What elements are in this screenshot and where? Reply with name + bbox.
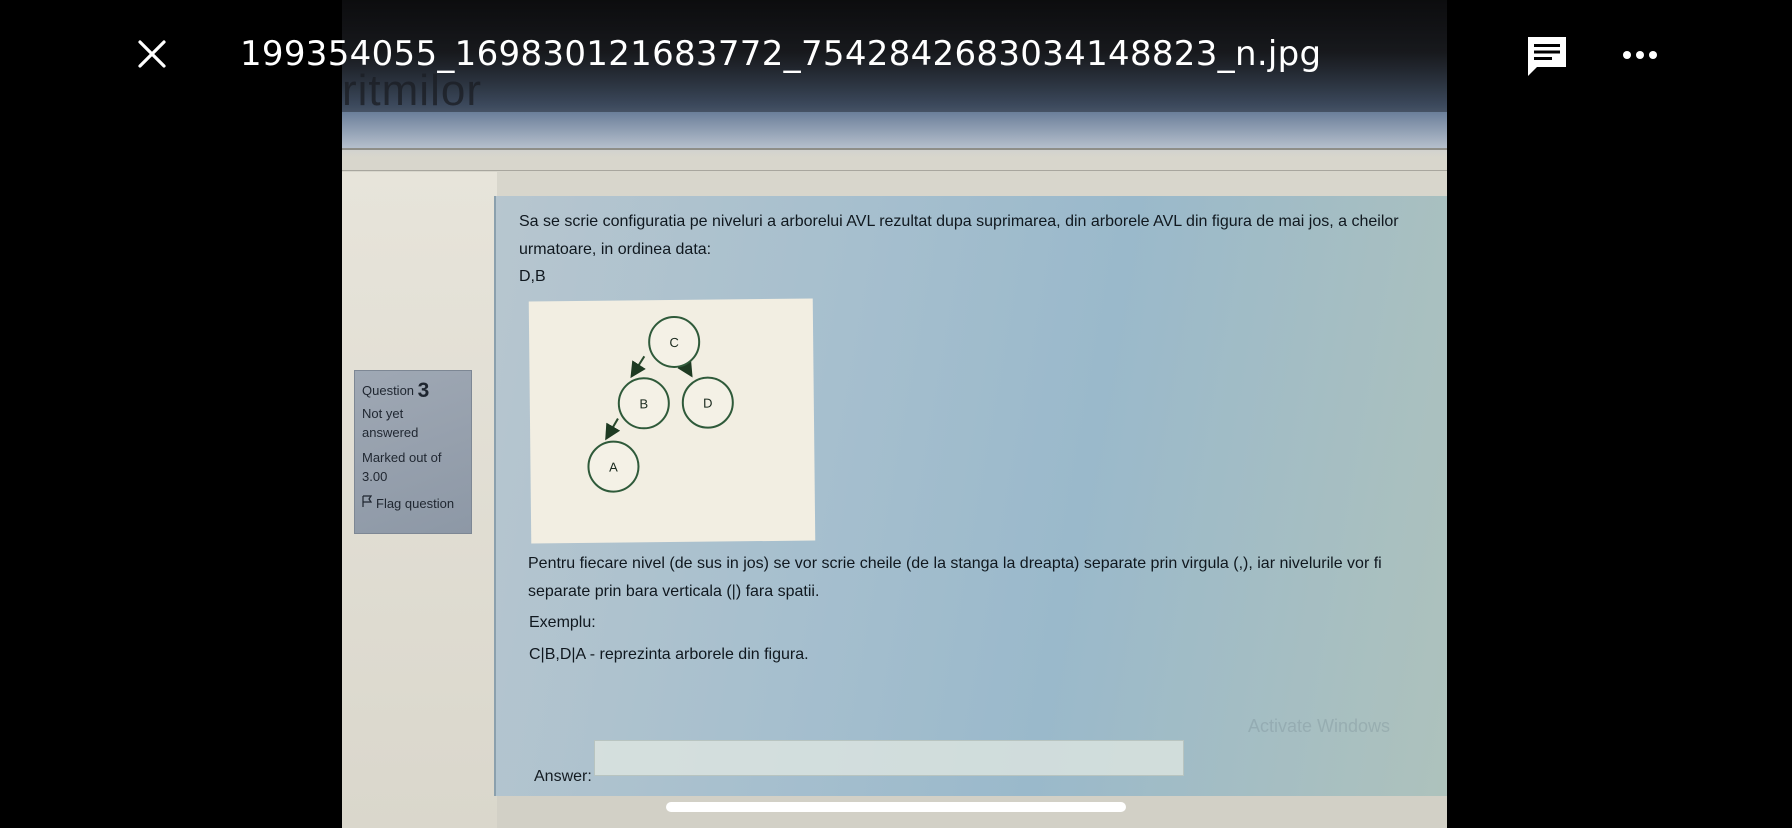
svg-text:D: D (703, 396, 713, 411)
question-number: Question 3 (362, 379, 464, 402)
avl-tree-figure: C B D A (528, 298, 816, 544)
photo-content: ritmilor Question 3 Not yet answered Mar… (342, 0, 1447, 828)
comment-button[interactable] (1525, 34, 1569, 78)
example-text: C|B,D|A - reprezinta arborele din figura… (529, 646, 809, 663)
divider (342, 170, 1447, 171)
windows-activation-watermark: Activate Windows (1248, 716, 1391, 736)
divider (342, 148, 1447, 150)
viewer-top-bar: 199354055_169830121683772_75428426830341… (0, 0, 1792, 112)
left-column: Question 3 Not yet answered Marked out o… (342, 172, 497, 828)
question-panel: Sa se scrie configuratia pe niveluri a a… (494, 196, 1447, 796)
flag-question-label: Flag question (376, 496, 455, 511)
question-text: Sa se scrie configuratia pe niveluri a a… (519, 213, 1399, 258)
more-options-button[interactable] (1620, 40, 1660, 70)
home-indicator[interactable] (666, 802, 1126, 812)
answer-instructions: Pentru fiecare nivel (de sus in jos) se … (528, 555, 1382, 600)
tree-node-a: A (587, 440, 640, 493)
close-button[interactable] (132, 36, 172, 76)
question-label: Question (362, 383, 415, 398)
svg-text:B: B (639, 396, 648, 411)
question-status: Not yet answered (362, 406, 419, 440)
answer-input[interactable] (594, 740, 1184, 776)
tree-edge (630, 355, 646, 379)
question-marks: Marked out of 3.00 (362, 450, 442, 484)
close-icon (136, 38, 168, 75)
question-info-box: Question 3 Not yet answered Marked out o… (354, 370, 472, 534)
tree-edge (605, 418, 621, 441)
more-options-icon (1620, 51, 1660, 74)
tree-node-b: B (617, 377, 670, 430)
svg-text:C: C (669, 335, 679, 350)
question-number-value: 3 (417, 379, 430, 402)
keys-to-delete: D,B (519, 268, 546, 285)
answer-label: Answer: (534, 768, 592, 785)
svg-text:A: A (609, 460, 618, 475)
tree-node-c: C (648, 315, 701, 368)
example-label: Exemplu: (529, 614, 596, 631)
comment-icon (1525, 37, 1569, 82)
file-name-title: 199354055_169830121683772_75428426830341… (240, 34, 1322, 74)
flag-question-link[interactable]: Flag question (362, 494, 464, 513)
tree-node-d: D (681, 376, 734, 429)
flag-icon (362, 494, 373, 513)
